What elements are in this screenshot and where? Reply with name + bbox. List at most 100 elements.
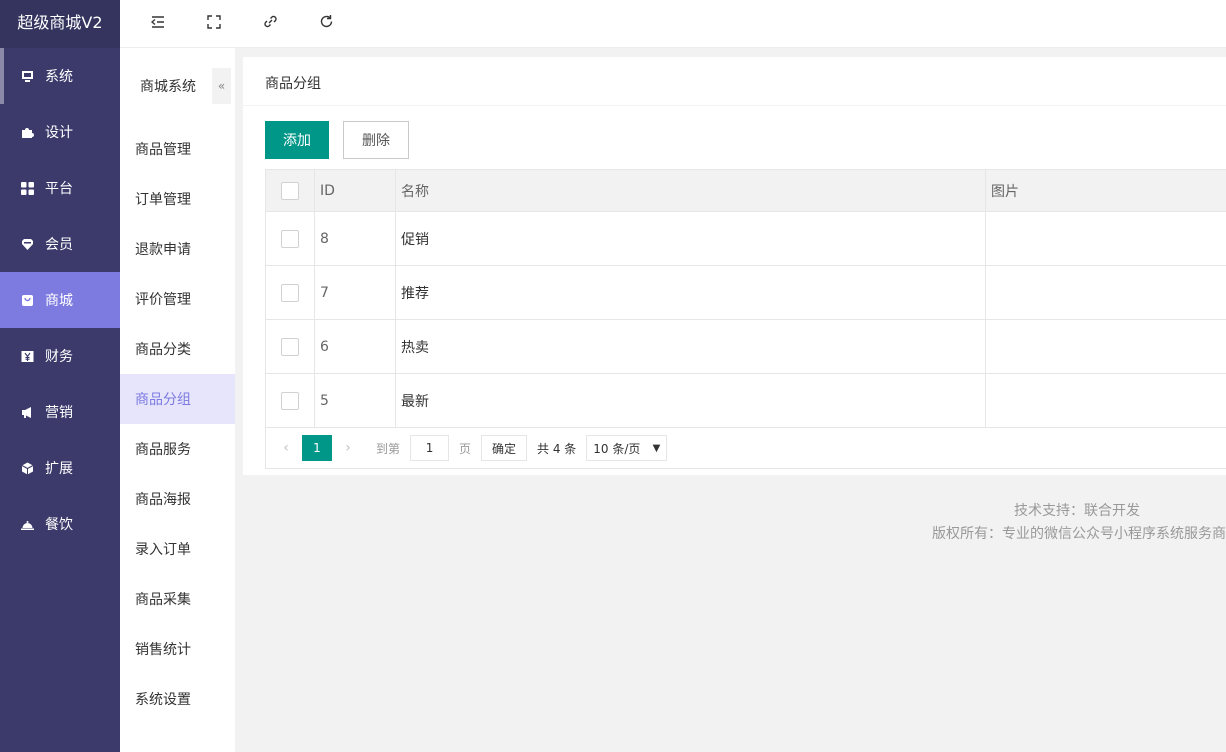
nav-label: 商城 (45, 293, 73, 309)
submenu-item[interactable]: 销售统计 (120, 624, 235, 674)
cell-image (986, 212, 1226, 265)
goto-label: 到第 (376, 441, 401, 456)
nav-item-catering[interactable]: 餐饮 (0, 496, 120, 552)
toggle-sidebar-button[interactable] (130, 0, 186, 48)
submenu-item[interactable]: 商品采集 (120, 574, 235, 624)
sub-sidebar: 商城系统 « 商品管理 订单管理 退款申请 评价管理 商品分类 商品分组 商品服… (120, 48, 235, 752)
caret-down-icon: ▼ (652, 442, 661, 454)
nav-label: 营销 (45, 405, 73, 421)
table-row: 7 推荐 (266, 265, 1226, 319)
submenu-item[interactable]: 订单管理 (120, 174, 235, 224)
nav-item-marketing[interactable]: 营销 (0, 384, 120, 440)
page-unit-label: 页 (459, 441, 472, 456)
nav-item-member[interactable]: 会员 (0, 216, 120, 272)
nav-label: 扩展 (45, 461, 73, 477)
fullscreen-button[interactable] (186, 0, 242, 48)
total-count: 共 4 条 (537, 441, 577, 456)
submenu-item[interactable]: 系统设置 (120, 674, 235, 724)
shop-bag-icon (20, 293, 34, 307)
submenu-item[interactable]: 商品海报 (120, 474, 235, 524)
submenu-item[interactable]: 录入订单 (120, 524, 235, 574)
row-checkbox-cell (266, 374, 315, 427)
submenu-item[interactable]: 商品服务 (120, 424, 235, 474)
table-header: ID 名称 图片 (266, 170, 1226, 211)
header-name: 名称 (396, 170, 986, 211)
select-all-checkbox[interactable] (281, 181, 299, 200)
submenu-item[interactable]: 商品管理 (120, 124, 235, 174)
main-sidebar: 超级商城V2 系统 设计 平台 会员 商城 财务 营销 扩展 餐饮 (0, 0, 120, 752)
link-icon (263, 14, 278, 33)
submenu-list: 商品管理 订单管理 退款申请 评价管理 商品分类 商品分组 商品服务 商品海报 … (120, 124, 235, 724)
footer-copyright: 版权所有：专业的微信公众号小程序系统服务商 (932, 526, 1226, 542)
monitor-icon (20, 69, 34, 83)
delete-button[interactable]: 删除 (343, 121, 409, 159)
link-button[interactable] (242, 0, 298, 48)
row-checkbox-cell (266, 212, 315, 265)
cell-image (986, 320, 1226, 373)
nav-item-design[interactable]: 设计 (0, 104, 120, 160)
current-page[interactable]: 1 (302, 435, 332, 461)
group-table: ID 名称 图片 8 促销 7 推荐 6 热卖 5 最新 ‹ 1 › 到第 1 … (265, 169, 1226, 469)
grid-icon (20, 181, 34, 195)
goto-confirm-button[interactable]: 确定 (481, 435, 528, 461)
pagination: ‹ 1 › 到第 1 页 确定 共 4 条 10 条/页 ▼ (266, 427, 1226, 468)
action-buttons: 添加 删除 (265, 121, 409, 159)
indent-icon (150, 15, 166, 33)
nav-label: 系统 (45, 69, 73, 85)
table-row: 5 最新 (266, 373, 1226, 427)
cell-name: 推荐 (396, 266, 986, 319)
submenu-item[interactable]: 退款申请 (120, 224, 235, 274)
submenu-title-text: 商城系统 (140, 79, 196, 95)
cell-name: 促销 (396, 212, 986, 265)
double-chevron-left-icon: « (217, 79, 226, 93)
refresh-button[interactable] (298, 0, 354, 48)
footer-support: 技术支持：联合开发 (1014, 503, 1140, 519)
cell-id: 6 (315, 320, 396, 373)
main-nav: 系统 设计 平台 会员 商城 财务 营销 扩展 餐饮 (0, 48, 120, 552)
cell-name: 热卖 (396, 320, 986, 373)
card-title: 商品分组 (243, 57, 1226, 106)
cell-id: 8 (315, 212, 396, 265)
submenu-item[interactable]: 商品分类 (120, 324, 235, 374)
row-checkbox[interactable] (281, 283, 299, 302)
header-image: 图片 (991, 183, 1019, 200)
cell-name: 最新 (396, 374, 986, 427)
cell-image (986, 266, 1226, 319)
footer: 技术支持：联合开发 版权所有：专业的微信公众号小程序系统服务商 (243, 500, 1226, 546)
row-checkbox[interactable] (281, 229, 299, 248)
collapse-submenu-button[interactable]: « (212, 68, 231, 104)
cell-id: 5 (315, 374, 396, 427)
top-toolbar (120, 0, 1226, 48)
page-size-select[interactable]: 10 条/页 ▼ (586, 435, 668, 461)
table-row: 8 促销 (266, 211, 1226, 265)
fullscreen-icon (207, 14, 221, 33)
nav-item-finance[interactable]: 财务 (0, 328, 120, 384)
heart-icon (20, 237, 34, 251)
megaphone-icon (20, 405, 34, 419)
prev-page-button[interactable]: ‹ (276, 440, 296, 456)
nav-item-system[interactable]: 系统 (0, 48, 120, 104)
row-checkbox-cell (266, 320, 315, 373)
nav-item-extension[interactable]: 扩展 (0, 440, 120, 496)
nav-item-platform[interactable]: 平台 (0, 160, 120, 216)
nav-item-mall[interactable]: 商城 (0, 272, 120, 328)
row-checkbox[interactable] (281, 391, 299, 410)
row-checkbox[interactable] (281, 337, 299, 356)
submenu-title: 商城系统 « (120, 48, 235, 124)
puzzle-icon (20, 125, 34, 139)
cell-id: 7 (315, 266, 396, 319)
submenu-item[interactable]: 评价管理 (120, 274, 235, 324)
submenu-item-active[interactable]: 商品分组 (120, 374, 235, 424)
header-id: ID (315, 170, 396, 211)
yen-icon (20, 349, 34, 363)
refresh-icon (319, 14, 334, 33)
nav-label: 设计 (45, 125, 73, 141)
add-button[interactable]: 添加 (265, 121, 329, 159)
next-page-button[interactable]: › (338, 440, 358, 456)
nav-label: 平台 (45, 181, 73, 197)
page-size-value: 10 条/页 (593, 441, 641, 456)
nav-label: 财务 (45, 349, 73, 365)
app-logo: 超级商城V2 (0, 0, 120, 48)
goto-page-input[interactable]: 1 (410, 435, 450, 461)
nav-label: 会员 (45, 237, 73, 253)
